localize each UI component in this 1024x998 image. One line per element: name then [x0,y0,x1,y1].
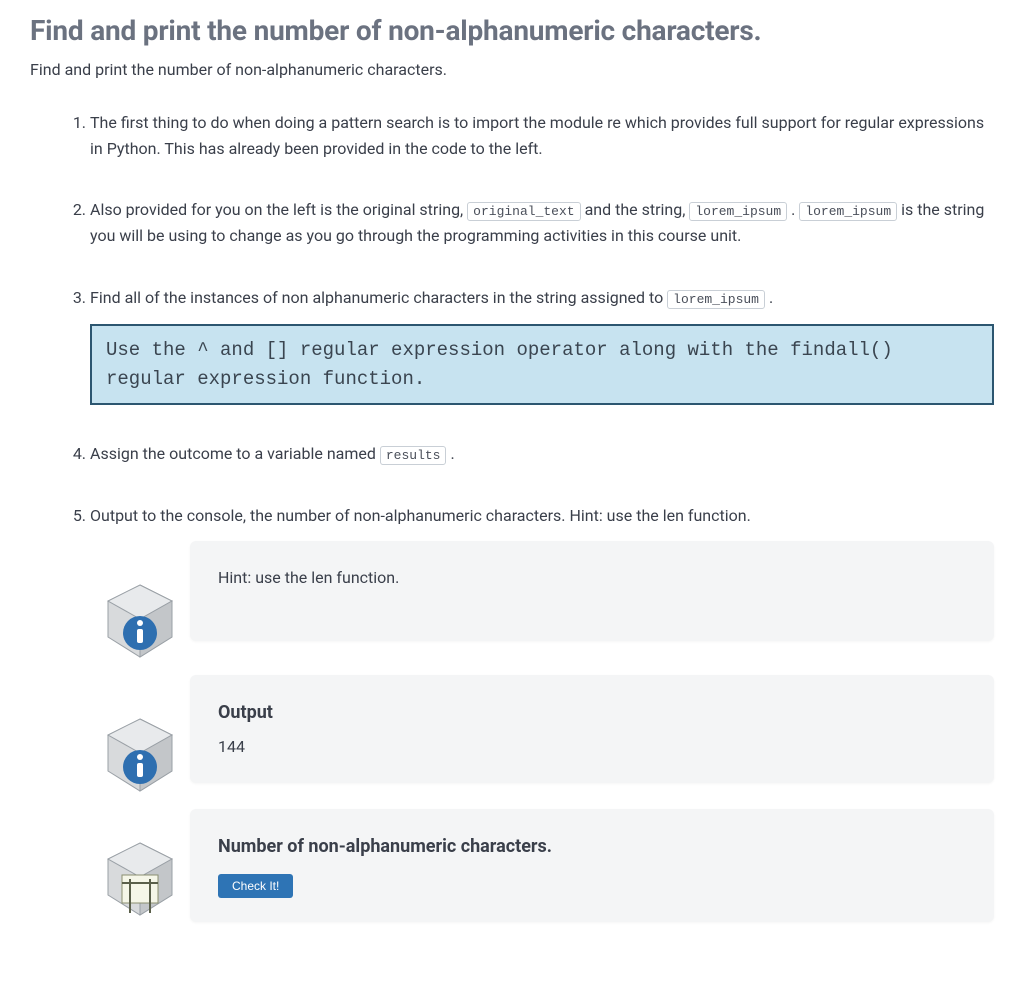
page-title: Find and print the number of non-alphanu… [30,10,994,52]
step-2-text-a: Also provided for you on the left is the… [90,200,467,219]
check-it-button[interactable]: Check It! [218,874,293,898]
checker-card-body: Number of non-alphanumeric characters. C… [190,809,994,922]
checker-card-row: Number of non-alphanumeric characters. C… [90,809,994,922]
step-1: The first thing to do when doing a patte… [90,110,994,161]
output-value: 144 [218,734,966,760]
lesson-page: Find and print the number of non-alphanu… [0,0,1024,998]
output-card-row: Output 144 [90,675,994,795]
code-original-text: original_text [467,202,580,221]
step-4: Assign the outcome to a variable named r… [90,441,994,467]
output-card-body: Output 144 [190,675,994,783]
hint-card-body: Hint: use the len function. [190,541,994,641]
step-3-text-a: Find all of the instances of non alphanu… [90,288,667,307]
step-5-text: Output to the console, the number of non… [90,506,751,525]
code-lorem-ipsum-3: lorem_ipsum [667,290,765,309]
step-2: Also provided for you on the left is the… [90,197,994,248]
hint-card-row: Hint: use the len function. [90,541,994,661]
hint-card-icon-wrap [90,541,190,661]
page-subtitle: Find and print the number of non-alphanu… [30,58,994,82]
step-4-text-a: Assign the outcome to a variable named [90,444,380,463]
checker-heading: Number of non-alphanumeric characters. [218,833,966,862]
info-cube-icon [100,581,180,661]
step-3: Find all of the instances of non alphanu… [90,285,994,406]
step-5: Output to the console, the number of non… [90,503,994,921]
checker-cube-icon [100,839,180,919]
step-3-text-b: . [769,288,773,307]
code-results: results [380,446,447,465]
output-card-icon-wrap [90,675,190,795]
code-lorem-ipsum-2: lorem_ipsum [799,202,897,221]
regex-hint-box: Use the ^ and [] regular expression oper… [90,324,994,405]
checker-card-icon-wrap [90,809,190,919]
steps-list: The first thing to do when doing a patte… [30,110,994,922]
hint-card-text: Hint: use the len function. [218,565,966,591]
cards-container: Hint: use the len function. [90,541,994,922]
step-1-text: The first thing to do when doing a patte… [90,113,984,158]
step-2-text-b: and the string, [585,200,690,219]
code-lorem-ipsum-1: lorem_ipsum [689,202,787,221]
step-4-text-b: . [450,444,454,463]
info-cube-icon [100,715,180,795]
output-heading: Output [218,699,966,728]
